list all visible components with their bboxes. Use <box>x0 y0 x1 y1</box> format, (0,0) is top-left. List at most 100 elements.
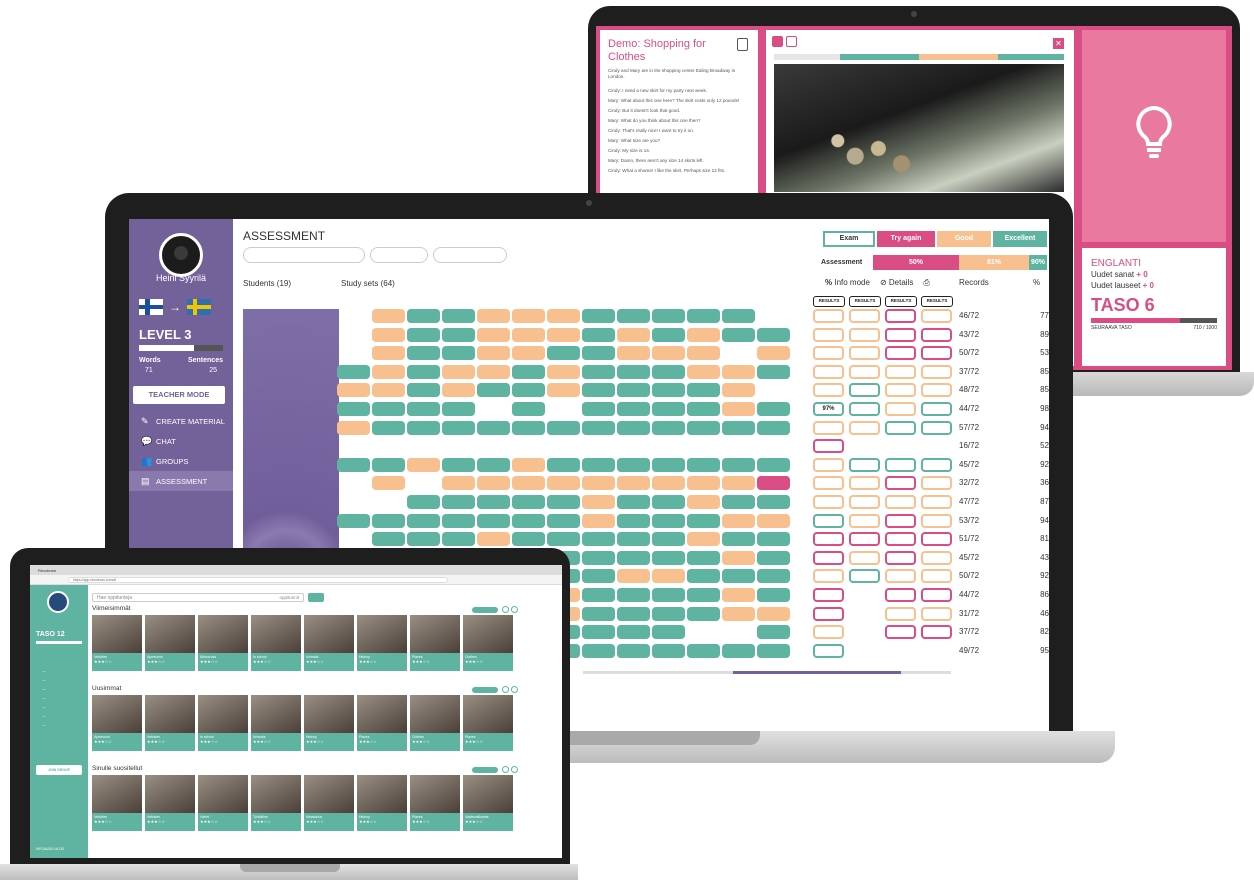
search-select[interactable]: oppitunnit <box>279 594 299 602</box>
nav-item[interactable]: — <box>30 712 88 721</box>
lesson-card[interactable]: Vaatevalikoima ★★★☆☆ <box>463 775 513 831</box>
study-set-cell[interactable] <box>407 420 440 435</box>
result-cell[interactable] <box>885 606 916 621</box>
study-set-cell[interactable] <box>477 476 510 491</box>
study-set-cell[interactable] <box>617 383 650 398</box>
result-cell[interactable] <box>849 476 880 491</box>
nav-item[interactable]: — <box>30 694 88 703</box>
study-set-cell[interactable] <box>617 327 650 342</box>
result-cell[interactable] <box>921 532 952 547</box>
study-set-cell[interactable] <box>652 532 685 547</box>
details-toggle[interactable]: ⊘ Details <box>880 278 913 288</box>
chevron-left-icon[interactable] <box>502 686 509 693</box>
result-cell[interactable] <box>921 420 952 435</box>
study-set-cell[interactable] <box>547 457 580 472</box>
result-cell[interactable] <box>849 569 880 584</box>
nav-item[interactable]: — <box>30 676 88 685</box>
study-set-cell[interactable] <box>652 383 685 398</box>
study-set-cell[interactable] <box>372 532 405 547</box>
study-set-cell[interactable] <box>652 625 685 640</box>
study-set-cell[interactable] <box>652 606 685 621</box>
logout-link[interactable]: KIRJAUDU ULOS <box>36 847 64 851</box>
study-set-cell[interactable] <box>722 327 755 342</box>
study-set-cell[interactable] <box>547 476 580 491</box>
result-cell[interactable] <box>885 364 916 379</box>
legend-try-again[interactable]: Try again <box>877 231 935 247</box>
study-set-cell[interactable] <box>652 327 685 342</box>
study-set-cell[interactable] <box>687 643 720 658</box>
study-set-cell[interactable] <box>757 346 790 361</box>
lesson-card[interactable]: In school ★★★☆☆ <box>198 695 248 751</box>
study-set-cell[interactable] <box>582 625 615 640</box>
study-set-cell[interactable] <box>652 402 685 416</box>
results-button[interactable]: RESULTS <box>921 296 953 307</box>
result-cell[interactable] <box>849 495 880 509</box>
horizontal-scrollbar[interactable] <box>583 671 951 674</box>
lesson-card[interactable]: Ajoneuvot ★★★☆☆ <box>92 695 142 751</box>
study-set-cell[interactable] <box>512 402 545 416</box>
lesson-card[interactable]: Vehicles ★★★☆☆ <box>145 775 195 831</box>
study-set-cell[interactable] <box>442 457 475 472</box>
result-cell[interactable] <box>813 476 844 491</box>
study-set-cell[interactable] <box>582 327 615 342</box>
study-set-cell[interactable] <box>617 457 650 472</box>
result-cell[interactable] <box>921 364 952 379</box>
study-set-cell[interactable] <box>512 327 545 342</box>
finland-flag-icon[interactable] <box>139 299 163 315</box>
result-cell[interactable] <box>921 327 952 342</box>
study-set-cell[interactable] <box>442 327 475 342</box>
study-set-cell[interactable] <box>582 569 615 584</box>
search-button[interactable] <box>308 593 324 602</box>
result-cell[interactable] <box>885 383 916 398</box>
chevron-right-icon[interactable] <box>511 686 518 693</box>
result-cell[interactable] <box>813 346 844 361</box>
sidebar-item-create-material[interactable]: ✎ CREATE MATERIAL <box>129 411 233 431</box>
study-set-cell[interactable] <box>687 309 720 323</box>
study-set-cell[interactable] <box>582 643 615 658</box>
study-set-cell[interactable] <box>337 383 370 398</box>
nav-item[interactable]: — <box>30 703 88 712</box>
avatar[interactable] <box>47 591 69 613</box>
study-set-cell[interactable] <box>407 495 440 509</box>
search-input[interactable]: Hae oppitunteja oppitunnit <box>92 593 304 602</box>
study-set-cell[interactable] <box>722 643 755 658</box>
result-cell[interactable] <box>921 495 952 509</box>
result-cell[interactable] <box>813 327 844 342</box>
study-set-cell[interactable] <box>512 364 545 379</box>
study-set-cell[interactable] <box>582 476 615 491</box>
study-set-cell[interactable] <box>582 420 615 435</box>
study-set-cell[interactable] <box>722 420 755 435</box>
threshold-try-again[interactable]: 50% <box>873 255 959 270</box>
result-cell[interactable] <box>813 309 844 323</box>
info-mode-toggle[interactable]: % Info mode <box>825 278 870 288</box>
result-cell[interactable] <box>849 457 880 472</box>
study-set-cell[interactable] <box>687 550 720 565</box>
language-pair[interactable]: → <box>139 299 211 315</box>
lesson-card[interactable]: History ★★★☆☆ <box>304 695 354 751</box>
study-set-cell[interactable] <box>722 476 755 491</box>
study-set-cell[interactable] <box>477 309 510 323</box>
result-cell[interactable] <box>849 402 880 416</box>
teacher-mode-button[interactable]: TEACHER MODE <box>133 386 225 404</box>
lesson-card[interactable]: Clothes ★★★☆☆ <box>463 615 513 671</box>
study-set-cell[interactable] <box>652 420 685 435</box>
result-cell[interactable] <box>921 346 952 361</box>
result-cell[interactable] <box>849 346 880 361</box>
chevron-right-icon[interactable] <box>511 606 518 613</box>
chevron-left-icon[interactable] <box>502 766 509 773</box>
result-cell[interactable] <box>813 625 844 640</box>
study-set-cell[interactable] <box>722 383 755 398</box>
result-cell[interactable] <box>813 550 844 565</box>
study-set-cell[interactable] <box>652 476 685 491</box>
filter-pill[interactable] <box>243 247 365 263</box>
legend-good[interactable]: Good <box>937 231 991 247</box>
result-cell[interactable] <box>813 495 844 509</box>
study-set-cell[interactable] <box>722 513 755 528</box>
study-set-cell[interactable] <box>617 346 650 361</box>
study-set-cell[interactable] <box>477 364 510 379</box>
threshold-excellent[interactable]: 90% <box>1029 255 1047 270</box>
legend-exam[interactable]: Exam <box>823 231 875 247</box>
result-cell[interactable] <box>813 532 844 547</box>
study-set-cell[interactable] <box>407 346 440 361</box>
result-cell[interactable] <box>921 625 952 640</box>
